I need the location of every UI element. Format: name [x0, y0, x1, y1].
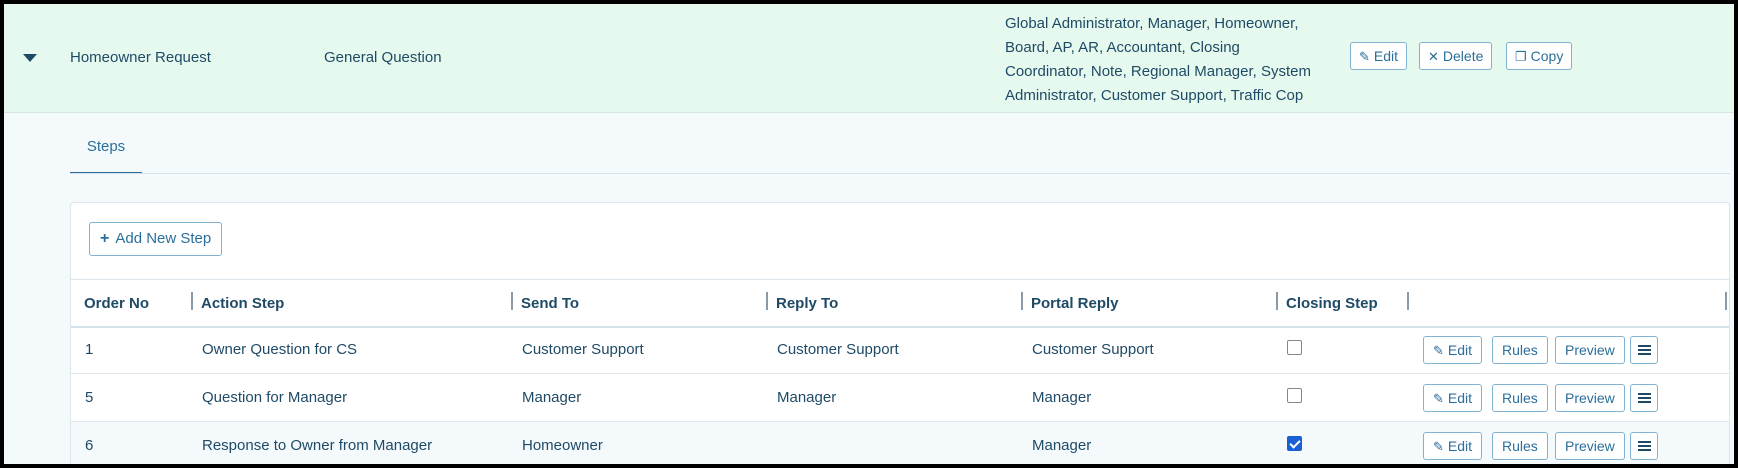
closing-step-checkbox[interactable] — [1287, 436, 1302, 451]
cell-send-to: Manager — [522, 389, 582, 406]
request-copy-label: Copy — [1530, 48, 1564, 64]
step-preview-button[interactable]: Preview — [1555, 384, 1625, 412]
col-reply-to: Reply To — [776, 295, 839, 312]
step-preview-label: Preview — [1565, 390, 1615, 406]
request-copy-button[interactable]: ❐ Copy — [1506, 42, 1573, 70]
x-icon: ✕ — [1428, 49, 1439, 64]
request-type: Homeowner Request — [70, 49, 211, 66]
request-edit-button[interactable]: ✎ Edit — [1350, 42, 1408, 70]
cell-send-to: Homeowner — [522, 437, 603, 454]
request-subject: General Question — [324, 49, 442, 66]
hamburger-icon[interactable] — [1630, 432, 1658, 460]
cell-action-step: Question for Manager — [202, 389, 348, 406]
hamburger-icon[interactable] — [1630, 336, 1658, 364]
cell-order: 6 — [85, 437, 94, 454]
col-resize-handle[interactable] — [1021, 292, 1023, 310]
step-edit-label: Edit — [1447, 438, 1473, 454]
request-delete-button[interactable]: ✕ Delete — [1419, 42, 1493, 70]
copy-icon: ❐ — [1515, 49, 1527, 64]
cell-portal-reply: Manager — [1032, 389, 1092, 406]
col-resize-handle[interactable] — [191, 292, 193, 310]
step-preview-button[interactable]: Preview — [1555, 336, 1625, 364]
request-edit-label: Edit — [1373, 48, 1399, 64]
request-delete-label: Delete — [1442, 48, 1484, 64]
pencil-icon: ✎ — [1433, 391, 1444, 406]
step-edit-button[interactable]: ✎ Edit — [1423, 384, 1483, 412]
cell-order: 1 — [85, 341, 94, 358]
request-roles: Global Administrator, Manager, Homeowner… — [1005, 15, 1311, 104]
tab-divider — [70, 173, 1730, 174]
step-rules-label: Rules — [1502, 342, 1538, 358]
col-resize-handle[interactable] — [1725, 292, 1727, 310]
col-resize-handle[interactable] — [511, 292, 513, 310]
col-action-step: Action Step — [201, 295, 285, 312]
cell-order: 5 — [85, 389, 94, 406]
workflow-frame: Homeowner Request General Question Globa… — [4, 4, 1734, 464]
cell-action-step: Response to Owner from Manager — [202, 437, 433, 454]
pencil-icon: ✎ — [1359, 49, 1370, 64]
closing-step-checkbox[interactable] — [1287, 388, 1302, 403]
add-new-step-button[interactable]: + Add New Step — [89, 222, 223, 256]
plus-icon: + — [100, 230, 110, 247]
cell-reply-to: Customer Support — [777, 341, 899, 358]
col-send-to: Send To — [521, 295, 580, 312]
col-order-no: Order No — [84, 295, 150, 312]
step-preview-label: Preview — [1565, 342, 1615, 358]
step-edit-button[interactable]: ✎ Edit — [1423, 336, 1483, 364]
hamburger-icon[interactable] — [1630, 384, 1658, 412]
step-rules-label: Rules — [1502, 438, 1538, 454]
step-rules-button[interactable]: Rules — [1492, 432, 1548, 460]
cell-portal-reply: Customer Support — [1032, 341, 1154, 358]
step-preview-button[interactable]: Preview — [1555, 432, 1625, 460]
step-rules-button[interactable]: Rules — [1492, 336, 1548, 364]
step-edit-label: Edit — [1447, 390, 1473, 406]
caret-down-icon[interactable] — [23, 54, 37, 62]
col-portal-reply: Portal Reply — [1031, 295, 1119, 312]
step-rules-button[interactable]: Rules — [1492, 384, 1548, 412]
col-closing-step: Closing Step — [1286, 295, 1378, 312]
table-row: 6 Response to Owner from Manager Homeown… — [71, 422, 1729, 464]
closing-step-checkbox[interactable] — [1287, 340, 1302, 355]
cell-send-to: Customer Support — [522, 341, 644, 358]
col-resize-handle[interactable] — [766, 292, 768, 310]
cell-portal-reply: Manager — [1032, 437, 1092, 454]
col-resize-handle[interactable] — [1407, 292, 1409, 310]
step-edit-label: Edit — [1447, 342, 1473, 358]
step-preview-label: Preview — [1565, 438, 1615, 454]
request-row: Homeowner Request General Question Globa… — [4, 4, 1734, 113]
steps-table-header: Order No Action Step Send To Reply To Po… — [71, 279, 1729, 328]
add-new-step-label: Add New Step — [115, 230, 212, 247]
table-row: 1 Owner Question for CS Customer Support… — [71, 326, 1729, 374]
step-rules-label: Rules — [1502, 390, 1538, 406]
cell-reply-to: Manager — [777, 389, 837, 406]
step-edit-button[interactable]: ✎ Edit — [1423, 432, 1483, 460]
tab-steps[interactable]: Steps — [70, 128, 142, 174]
pencil-icon: ✎ — [1433, 343, 1444, 358]
cell-action-step: Owner Question for CS — [202, 341, 358, 358]
steps-panel: + Add New Step Order No Action Step Send … — [70, 202, 1730, 464]
table-row: 5 Question for Manager Manager Manager M… — [71, 374, 1729, 422]
pencil-icon: ✎ — [1433, 439, 1444, 454]
col-resize-handle[interactable] — [1276, 292, 1278, 310]
